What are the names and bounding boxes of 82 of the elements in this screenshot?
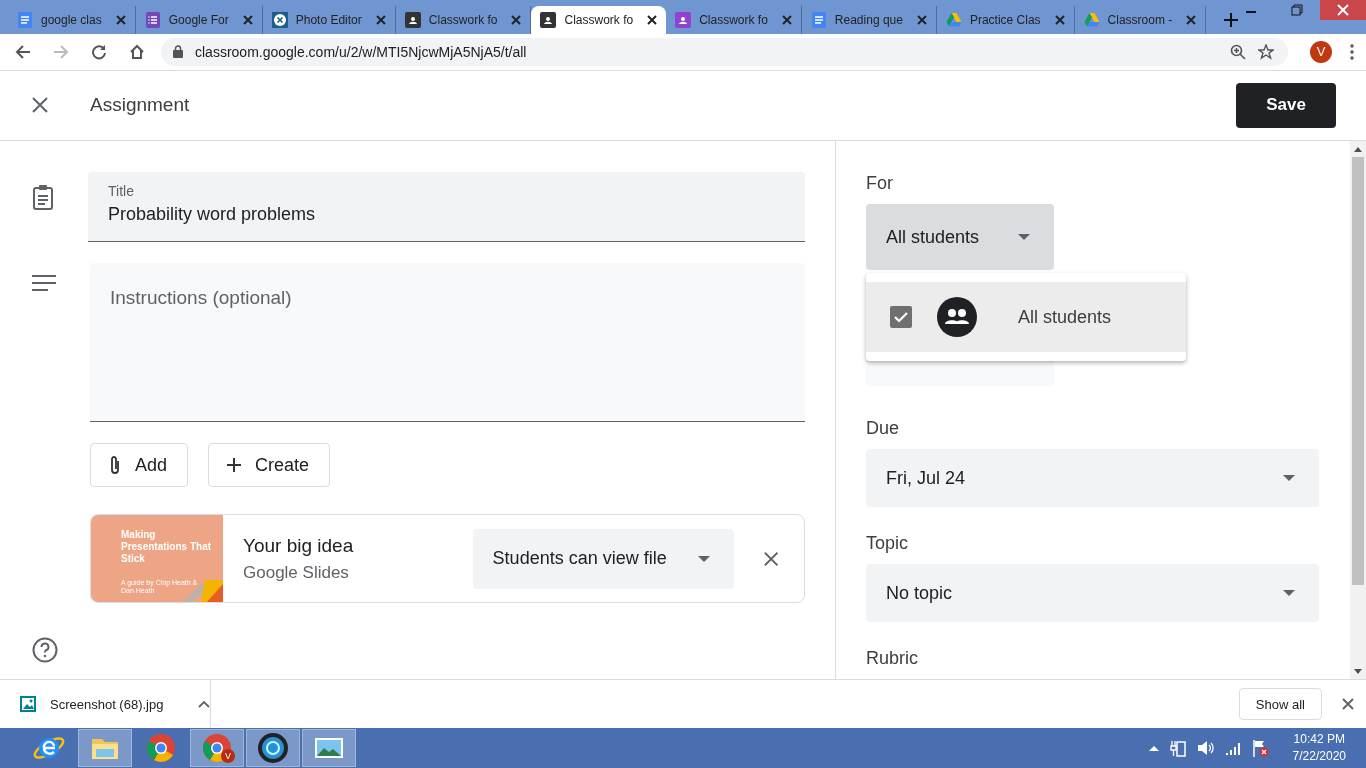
create-button[interactable]: Create xyxy=(208,443,331,488)
paperclip-icon xyxy=(109,455,121,476)
text-lines-icon xyxy=(32,275,56,292)
add-button[interactable]: Add xyxy=(90,443,189,488)
browser-tab[interactable]: Reading que xyxy=(801,5,937,34)
save-button[interactable]: Save xyxy=(1236,82,1336,128)
clipboard-icon xyxy=(32,184,54,211)
triangle-logo-icon xyxy=(1083,11,1100,28)
forward-icon xyxy=(53,43,69,60)
slide-heading: Making Presentations That Stick xyxy=(121,529,213,566)
scroll-up-arrow[interactable] xyxy=(1354,146,1362,152)
close-icon[interactable] xyxy=(647,14,658,25)
permission-dropdown[interactable]: Students can view file xyxy=(472,528,734,589)
browser-tab[interactable]: google clas xyxy=(8,5,136,34)
field-value: Probability word problems xyxy=(108,204,317,226)
person-board-icon xyxy=(540,11,557,28)
x-logo-icon xyxy=(271,11,288,28)
topic-dropdown[interactable]: No topic xyxy=(866,564,1319,623)
browser-tab[interactable]: Classwork fo xyxy=(395,5,532,34)
dropdown-arrow-icon xyxy=(1018,234,1030,241)
lock-icon xyxy=(173,45,183,59)
reload-icon[interactable] xyxy=(91,43,107,60)
close-window-button[interactable] xyxy=(1320,0,1366,20)
menu-item[interactable]: All students xyxy=(866,282,1186,353)
browser-tab[interactable]: Photo Editor xyxy=(262,5,396,34)
plus-icon xyxy=(227,458,242,473)
more-icon[interactable] xyxy=(1350,43,1354,60)
taskbar-button[interactable]: V xyxy=(190,729,244,768)
dropdown-arrow-icon xyxy=(697,555,710,562)
address-field[interactable]: classroom.google.com/u/2/w/MTI5NjcwMjA5NjA5/t/all xyxy=(161,37,1288,66)
attachment-type: Google Slides xyxy=(243,562,350,583)
zoom-icon[interactable] xyxy=(1230,43,1246,60)
url-text: classroom.google.com/u/2/w/MTI5NjcwMjA5NjA5/t/all xyxy=(195,43,527,60)
taskbar-button[interactable] xyxy=(246,729,300,768)
dropdown-arrow-icon xyxy=(1283,590,1295,597)
browser-tab[interactable]: Practice Clas xyxy=(936,5,1075,34)
field-label: Due xyxy=(866,418,901,440)
show-all-button[interactable]: Show all xyxy=(1238,688,1322,721)
group-icon xyxy=(937,297,977,338)
battery-plug-icon[interactable] xyxy=(1168,739,1187,758)
new-tab-icon[interactable] xyxy=(1224,12,1239,27)
browser-tab[interactable]: Google For xyxy=(135,5,263,34)
speaker-icon[interactable] xyxy=(1196,740,1215,757)
scroll-down-arrow[interactable] xyxy=(1354,668,1362,674)
form-icon xyxy=(144,11,161,28)
dropdown-arrow-icon xyxy=(1283,475,1295,482)
scrollbar-thumb[interactable] xyxy=(1352,157,1364,586)
title-field[interactable]: Title Probability word problems xyxy=(88,172,805,243)
students-dropdown[interactable]: All students xyxy=(866,204,1054,271)
browser-tab[interactable]: Classwork fo xyxy=(531,5,667,34)
profile-avatar[interactable]: V xyxy=(1310,40,1332,63)
triangle-logo-icon xyxy=(945,11,962,28)
instructions-field[interactable]: Instructions (optional) xyxy=(90,263,805,422)
chevron-up-icon[interactable] xyxy=(198,700,210,709)
due-date-dropdown[interactable]: Fri, Jul 24 xyxy=(866,449,1319,508)
home-icon[interactable] xyxy=(129,43,145,60)
field-label: Rubric xyxy=(866,648,919,670)
document-icon xyxy=(810,11,827,28)
page-title: Assignment xyxy=(90,94,190,117)
profile-badge: V xyxy=(221,749,235,764)
field-label: For xyxy=(866,173,894,195)
person-board-icon xyxy=(675,11,692,28)
attachment-name: Your big idea xyxy=(243,534,355,557)
help-icon[interactable] xyxy=(32,637,58,664)
signal-bars-icon[interactable] xyxy=(1224,741,1241,756)
back-icon[interactable] xyxy=(15,43,31,60)
browser-tab[interactable]: Classwork fo xyxy=(666,5,802,34)
person-board-icon xyxy=(404,11,421,28)
flag-error-icon[interactable] xyxy=(1250,739,1269,758)
close-icon xyxy=(1337,4,1349,16)
document-icon xyxy=(17,11,33,28)
power-disc-icon xyxy=(256,731,290,766)
show-hidden-icon[interactable] xyxy=(1148,745,1159,752)
remove-icon[interactable] xyxy=(763,550,778,567)
field-label: Title xyxy=(108,183,135,200)
clock[interactable]: 10:42 PM 7/22/2020 xyxy=(1292,731,1346,766)
checkbox[interactable] xyxy=(890,306,912,329)
browser-tab[interactable]: Classroom - xyxy=(1074,5,1207,34)
star-icon[interactable] xyxy=(1258,43,1274,60)
image-file-icon xyxy=(20,696,36,713)
close-icon[interactable] xyxy=(32,97,48,114)
field-label: Topic xyxy=(866,533,910,555)
